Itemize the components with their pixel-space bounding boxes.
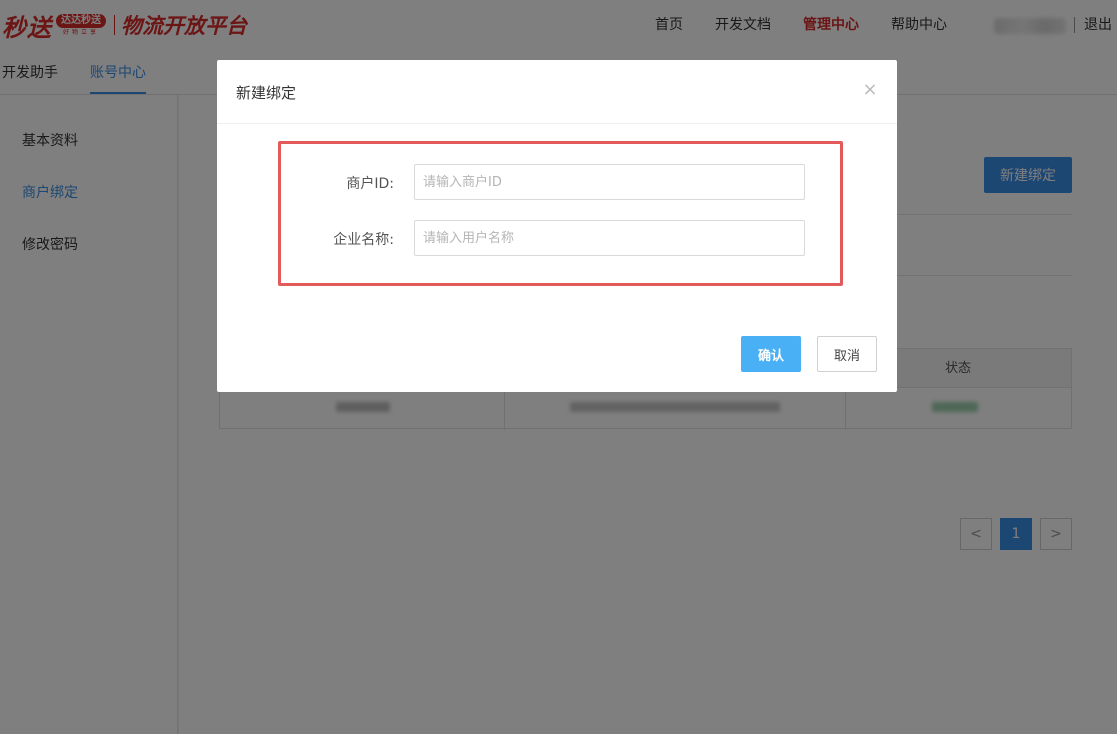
company-name-label: 企业名称: <box>333 232 394 248</box>
cancel-button[interactable]: 取消 <box>817 336 877 372</box>
new-binding-modal: 新建绑定 × 商户ID: 企业名称: 确认 取消 <box>217 60 897 392</box>
form-highlight-box <box>278 141 843 286</box>
company-name-input[interactable] <box>414 220 805 256</box>
close-icon[interactable]: × <box>860 80 880 100</box>
merchant-id-label: 商户ID: <box>346 176 394 192</box>
modal-header: 新建绑定 × <box>217 60 897 124</box>
merchant-id-input[interactable] <box>414 164 805 200</box>
confirm-button[interactable]: 确认 <box>741 336 801 372</box>
modal-title: 新建绑定 <box>236 84 297 102</box>
